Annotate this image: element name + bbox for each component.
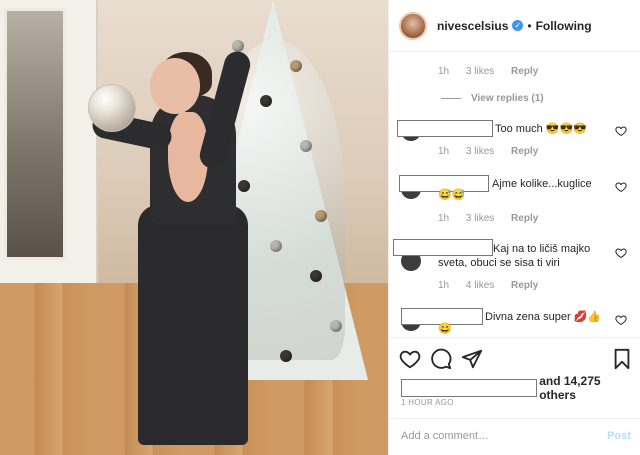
heart-icon[interactable] [615,247,627,259]
post-timestamp: 1 HOUR AGO [401,398,454,407]
header-separator: • [527,18,532,33]
comment-text: Too much 😎😎😎 [495,123,587,135]
action-bar [389,337,640,377]
ornament [238,180,250,192]
ornament [232,40,244,52]
comment-time: 1h [438,213,450,224]
comment-time: 1h [438,146,450,157]
heart-icon[interactable] [615,314,627,326]
comment-text-continued: sveta, obuci se sisa ti viri [438,257,560,269]
comment-emoji: 😄 [438,323,452,335]
bookmark-icon[interactable] [611,348,633,370]
comment-meta: 1h 4 likes Reply [438,280,552,291]
redacted-username [393,239,493,256]
comment-time: 1h [438,66,450,77]
heart-icon[interactable] [615,181,627,193]
comment-meta: 1h 3 likes Reply [438,213,552,224]
photo-doorframe [0,0,98,300]
glass-ornament-ball [88,84,136,132]
view-replies-label: View replies (1) [471,93,544,104]
redacted-liker-name [401,379,538,397]
post-header: nivescelsius ✓ • Following [389,0,640,52]
comment-likes[interactable]: 3 likes [466,146,494,157]
share-paper-plane-icon[interactable] [461,348,483,370]
avatar[interactable] [399,11,427,40]
username-link[interactable]: nivescelsius [437,19,508,33]
view-replies-button[interactable]: View replies (1) [441,93,544,104]
comment-bubble-icon[interactable] [430,348,452,370]
redacted-username [397,120,493,137]
post-photo[interactable] [0,0,388,455]
comment-likes[interactable]: 4 likes [466,280,494,291]
ornament [300,140,312,152]
person-legs [138,205,248,445]
ornament [310,270,322,282]
post-button[interactable]: Post [607,430,631,442]
comments-list[interactable]: 1h 3 likes Reply View replies (1) Too mu… [389,53,640,335]
ornament [260,95,272,107]
ornament [270,240,282,252]
verified-badge-icon: ✓ [512,20,524,31]
ornament [315,210,327,222]
comment-meta: 1h 3 likes Reply [438,146,552,157]
post-side-panel: nivescelsius ✓ • Following 1h 3 likes Re… [388,0,640,455]
like-heart-icon[interactable] [399,348,421,370]
comment-time: 1h [438,280,450,291]
comment-likes[interactable]: 3 likes [466,66,494,77]
comment-likes[interactable]: 3 likes [466,213,494,224]
comment-emoji: 😅😅 [438,189,466,201]
reply-button[interactable]: Reply [511,280,538,291]
likes-count[interactable]: and 14,275 others [539,374,640,402]
ornament [280,350,292,362]
view-replies-line [441,98,461,99]
heart-icon[interactable] [615,125,627,137]
following-button[interactable]: Following [536,19,592,33]
person-head [150,58,200,114]
ornament [290,60,302,72]
reply-button[interactable]: Reply [511,146,538,157]
comment-text: Ajme kolike...kuglice [492,178,592,190]
add-comment-bar: Post [389,418,640,455]
reply-button[interactable]: Reply [511,66,538,77]
comment-meta: 1h 3 likes Reply [438,66,552,77]
add-comment-input[interactable] [401,430,591,442]
photo-door [4,8,66,260]
comment-text: Divna zena super 💋👍 [485,311,602,323]
ornament [330,320,342,332]
reply-button[interactable]: Reply [511,213,538,224]
